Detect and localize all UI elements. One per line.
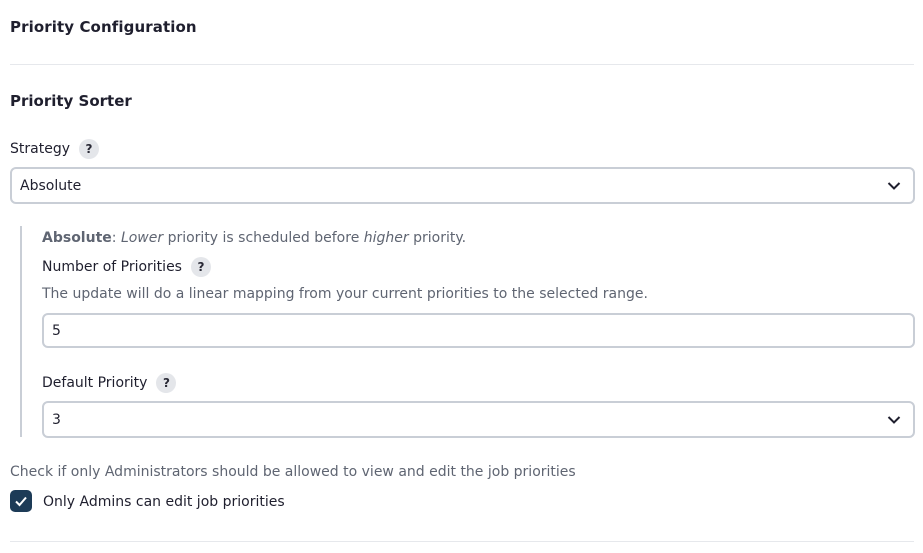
admins-only-label-text: Only Admins can edit job priorities [43, 494, 285, 510]
strategy-description-mid: priority is scheduled before [163, 230, 364, 246]
default-priority-label-text: Default Priority [42, 375, 148, 391]
strategy-description-name: Absolute [42, 230, 112, 246]
default-priority-label: Default Priority ? [42, 372, 177, 394]
strategy-label-text: Strategy [10, 141, 70, 157]
help-icon[interactable]: ? [190, 257, 211, 277]
number-of-priorities-label: Number of Priorities ? [42, 256, 211, 278]
divider [10, 541, 914, 542]
strategy-description-word2: higher [363, 230, 409, 246]
strategy-description-sep: : [111, 230, 121, 246]
page-title: Priority Configuration [10, 18, 197, 36]
number-of-priorities-label-text: Number of Priorities [42, 259, 182, 275]
strategy-description-end: priority. [408, 230, 467, 246]
chevron-down-icon [887, 181, 901, 190]
strategy-select[interactable]: Absolute [10, 167, 915, 204]
strategy-label: Strategy ? [10, 138, 99, 160]
number-of-priorities-hint: The update will do a linear mapping from… [42, 286, 648, 302]
chevron-down-icon [887, 415, 901, 424]
help-icon[interactable]: ? [79, 139, 99, 159]
default-priority-select[interactable]: 3 [42, 401, 915, 438]
default-priority-selected-value: 3 [52, 411, 61, 428]
strategy-description-word1: Lower [120, 230, 164, 246]
admins-only-checkbox[interactable] [10, 490, 32, 512]
admins-only-hint: Check if only Administrators should be a… [10, 464, 576, 480]
nested-section-bar [20, 226, 22, 437]
number-of-priorities-input[interactable]: 5 [42, 313, 915, 348]
section-title: Priority Sorter [10, 92, 132, 110]
number-of-priorities-value: 5 [52, 322, 61, 339]
help-icon[interactable]: ? [156, 373, 177, 393]
strategy-description: Absolute: Lower priority is scheduled be… [42, 230, 466, 246]
divider [10, 64, 914, 65]
checkmark-icon [15, 496, 27, 507]
admins-only-label[interactable]: Only Admins can edit job priorities [43, 491, 285, 513]
strategy-selected-value: Absolute [20, 177, 82, 194]
